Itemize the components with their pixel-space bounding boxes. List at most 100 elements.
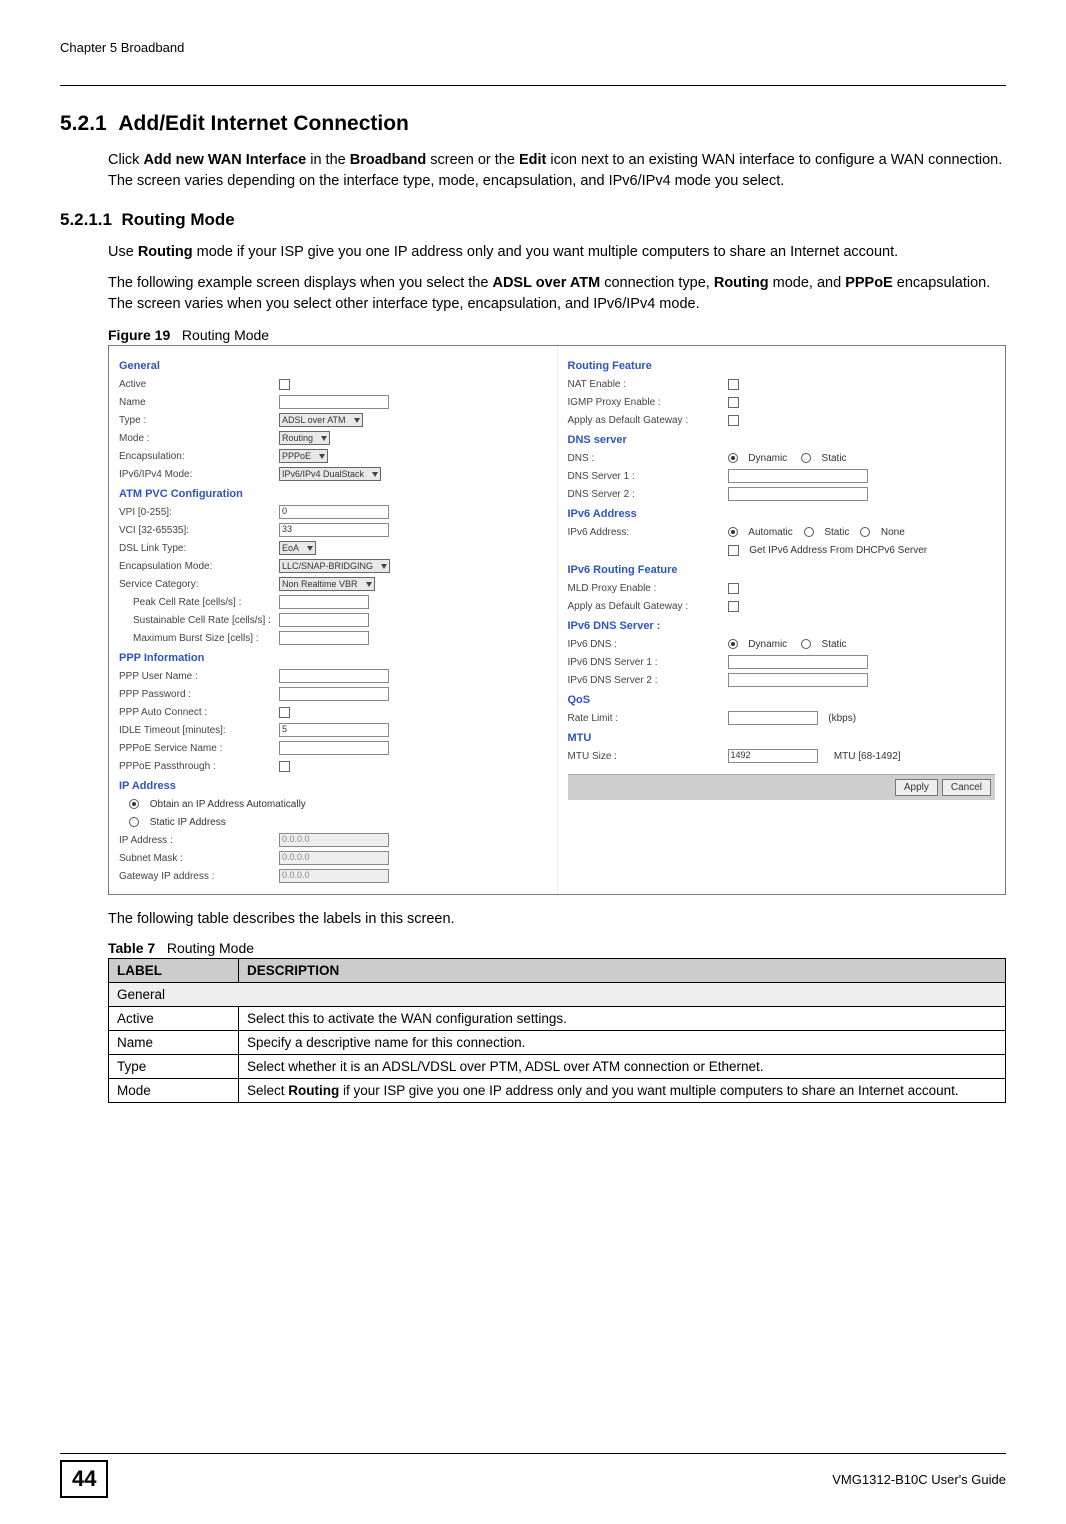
type-select[interactable]: ADSL over ATM bbox=[279, 413, 363, 427]
dsl-link-type-select[interactable]: EoA bbox=[279, 541, 316, 555]
select-value: EoA bbox=[282, 543, 299, 553]
select-value: LLC/SNAP-BRIDGING bbox=[282, 561, 373, 571]
mode-select[interactable]: Routing bbox=[279, 431, 330, 445]
sustainable-cell-rate-label: Sustainable Cell Rate [cells/s] : bbox=[119, 615, 279, 626]
ip-address-input[interactable]: 0.0.0.0 bbox=[279, 833, 389, 847]
idle-timeout-input[interactable]: 5 bbox=[279, 723, 389, 737]
ipv6-dns2-input[interactable] bbox=[728, 673, 868, 687]
table-row: General bbox=[109, 983, 1006, 1007]
service-category-select[interactable]: Non Realtime VBR bbox=[279, 577, 375, 591]
vci-input[interactable]: 33 bbox=[279, 523, 389, 537]
dns-dynamic-label: Dynamic bbox=[748, 453, 787, 464]
rate-limit-label: Rate Limit : bbox=[568, 713, 728, 724]
subnet-mask-input[interactable]: 0.0.0.0 bbox=[279, 851, 389, 865]
ipv6-dns-dynamic-radio[interactable] bbox=[728, 639, 738, 649]
dsl-link-type-label: DSL Link Type: bbox=[119, 543, 279, 554]
pppoe-passthrough-checkbox[interactable] bbox=[279, 761, 290, 772]
ip-static-label: Static IP Address bbox=[150, 817, 226, 828]
encapsulation-select[interactable]: PPPoE bbox=[279, 449, 328, 463]
qos-heading: QoS bbox=[568, 694, 996, 706]
table-caption: Table 7 Routing Mode bbox=[108, 940, 1006, 956]
bold-text: Routing bbox=[138, 244, 193, 260]
dns2-label: DNS Server 2 : bbox=[568, 489, 728, 500]
vpi-input[interactable]: 0 bbox=[279, 505, 389, 519]
text: Select bbox=[247, 1083, 288, 1098]
sustainable-cell-rate-input[interactable] bbox=[279, 613, 369, 627]
nat-enable-checkbox[interactable] bbox=[728, 379, 739, 390]
cancel-button[interactable]: Cancel bbox=[942, 779, 991, 796]
mld-proxy-label: MLD Proxy Enable : bbox=[568, 583, 728, 594]
atm-pvc-heading: ATM PVC Configuration bbox=[119, 488, 547, 500]
ipv6-dns1-label: IPv6 DNS Server 1 : bbox=[568, 657, 728, 668]
encap-mode-select[interactable]: LLC/SNAP-BRIDGING bbox=[279, 559, 390, 573]
ppp-autoconnect-checkbox[interactable] bbox=[279, 707, 290, 718]
rate-limit-input[interactable] bbox=[728, 711, 818, 725]
select-value: ADSL over ATM bbox=[282, 415, 346, 425]
pppoe-passthrough-label: PPPoE Passthrough : bbox=[119, 761, 279, 772]
bold-text: PPPoE bbox=[845, 275, 893, 291]
gateway-ip-label: Gateway IP address : bbox=[119, 871, 279, 882]
apply-button[interactable]: Apply bbox=[895, 779, 938, 796]
igmp-proxy-checkbox[interactable] bbox=[728, 397, 739, 408]
mtu-size-input[interactable]: 1492 bbox=[728, 749, 818, 763]
footer-title: VMG1312-B10C User's Guide bbox=[108, 1472, 1006, 1487]
name-input[interactable] bbox=[279, 395, 389, 409]
dns-dynamic-radio[interactable] bbox=[728, 453, 738, 463]
ipmode-select[interactable]: IPv6/IPv4 DualStack bbox=[279, 467, 381, 481]
ip-auto-radio[interactable] bbox=[129, 799, 139, 809]
dns-server-heading: DNS server bbox=[568, 434, 996, 446]
ip-address-label: IP Address : bbox=[119, 835, 279, 846]
ip-static-radio[interactable] bbox=[129, 817, 139, 827]
ppp-user-label: PPP User Name : bbox=[119, 671, 279, 682]
table-subhead: General bbox=[109, 983, 1006, 1007]
section-intro-para: Click Add new WAN Interface in the Broad… bbox=[108, 150, 1006, 192]
select-value: IPv6/IPv4 DualStack bbox=[282, 469, 364, 479]
text: mode if your ISP give you one IP address… bbox=[193, 244, 899, 260]
ipv6-dns-static-radio[interactable] bbox=[801, 639, 811, 649]
chevron-down-icon bbox=[366, 582, 372, 587]
bold-text: Broadband bbox=[350, 152, 427, 168]
mld-proxy-checkbox[interactable] bbox=[728, 583, 739, 594]
text: The following example screen displays wh… bbox=[108, 275, 492, 291]
running-head: Chapter 5 Broadband bbox=[60, 40, 1006, 55]
dns-label: DNS : bbox=[568, 453, 728, 464]
peak-cell-rate-input[interactable] bbox=[279, 595, 369, 609]
service-category-label: Service Category: bbox=[119, 579, 279, 590]
ipv6-dhcp-checkbox[interactable] bbox=[728, 545, 739, 556]
max-burst-size-label: Maximum Burst Size [cells] : bbox=[119, 633, 279, 644]
ipv6-none-radio[interactable] bbox=[860, 527, 870, 537]
dns-static-radio[interactable] bbox=[801, 453, 811, 463]
ppp-password-input[interactable] bbox=[279, 687, 389, 701]
ppp-user-input[interactable] bbox=[279, 669, 389, 683]
table-row: Name Specify a descriptive name for this… bbox=[109, 1031, 1006, 1055]
subnet-mask-label: Subnet Mask : bbox=[119, 853, 279, 864]
page-footer: 44 VMG1312-B10C User's Guide bbox=[60, 1453, 1006, 1498]
chevron-down-icon bbox=[354, 418, 360, 423]
ipmode-label: IPv6/IPv4 Mode: bbox=[119, 469, 279, 480]
routing-mode-table: LABEL DESCRIPTION General Active Select … bbox=[108, 958, 1006, 1103]
routing-feature-heading: Routing Feature bbox=[568, 360, 996, 372]
encap-mode-label: Encapsulation Mode: bbox=[119, 561, 279, 572]
dns1-input[interactable] bbox=[728, 469, 868, 483]
table-row: Active Select this to activate the WAN c… bbox=[109, 1007, 1006, 1031]
section-number: 5.2.1 bbox=[60, 112, 107, 135]
td-desc: Select whether it is an ADSL/VDSL over P… bbox=[239, 1055, 1006, 1079]
ipv6-default-gateway-checkbox[interactable] bbox=[728, 601, 739, 612]
max-burst-size-input[interactable] bbox=[279, 631, 369, 645]
active-checkbox[interactable] bbox=[279, 379, 290, 390]
default-gateway-checkbox[interactable] bbox=[728, 415, 739, 426]
dns2-input[interactable] bbox=[728, 487, 868, 501]
mode-label: Mode : bbox=[119, 433, 279, 444]
bold-text: ADSL over ATM bbox=[492, 275, 600, 291]
ppp-info-heading: PPP Information bbox=[119, 652, 547, 664]
ipv6-dns1-input[interactable] bbox=[728, 655, 868, 669]
gateway-ip-input[interactable]: 0.0.0.0 bbox=[279, 869, 389, 883]
ipv6-dns-label: IPv6 DNS : bbox=[568, 639, 728, 650]
text: Use bbox=[108, 244, 138, 260]
ipv6-static-radio[interactable] bbox=[804, 527, 814, 537]
ipv6-auto-radio[interactable] bbox=[728, 527, 738, 537]
dns1-label: DNS Server 1 : bbox=[568, 471, 728, 482]
pppoe-service-name-input[interactable] bbox=[279, 741, 389, 755]
screenshot-left-column: General Active Name Type :ADSL over ATM … bbox=[109, 346, 558, 894]
dns-static-label: Static bbox=[822, 453, 847, 464]
